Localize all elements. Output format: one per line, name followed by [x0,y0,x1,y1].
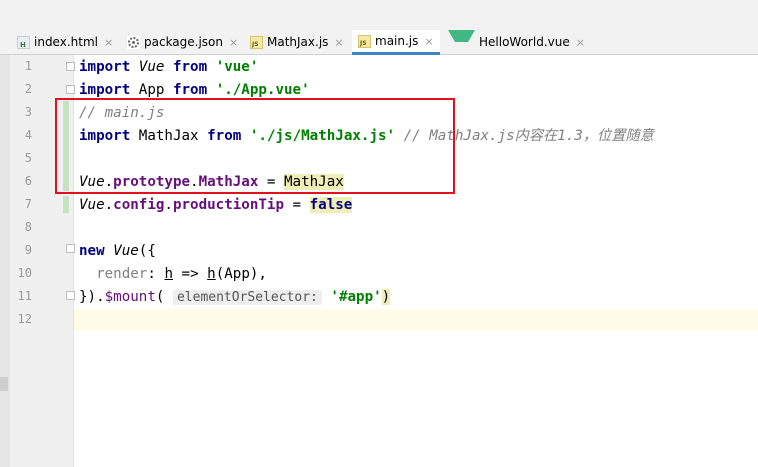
close-icon[interactable]: × [334,36,343,49]
identifier: App [138,82,165,98]
operator: = [258,174,285,190]
code-line-11: }).$mount( elementOrSelector: '#app') [79,288,391,307]
vue-file-icon [448,30,475,55]
tab-label: index.html [34,35,98,49]
identifier: MathJax [138,128,199,144]
editor-tab-bar: index.html × package.json × MathJax.js ×… [0,30,758,55]
tab-label: main.js [375,34,419,48]
tab-label: HelloWorld.vue [479,35,570,49]
line-number: 11 [17,289,32,303]
string-literal: './App.vue' [215,82,310,98]
string-literal: 'vue' [215,59,259,75]
punctuation: ) [381,289,391,305]
operator: = [284,197,310,213]
parameter-hint: elementOrSelector: [172,290,322,305]
current-line-highlight [74,309,758,331]
close-icon[interactable]: × [229,36,238,49]
code-line-7: Vue.config.productionTip = false [79,197,353,213]
panel-scroll-thumb[interactable] [0,377,8,391]
line-number: 4 [24,128,32,142]
code-line-3: // main.js [79,104,164,122]
fold-marker[interactable] [66,62,75,71]
line-number: 6 [24,174,32,188]
identifier: h [207,266,216,282]
line-number: 10 [17,266,32,280]
method: $mount [104,289,156,305]
comment: // main.js [79,105,165,121]
line-number: 2 [24,82,32,96]
keyword: false [309,197,353,213]
html-file-icon [17,35,30,49]
keyword: import [79,82,131,98]
tab-label: MathJax.js [267,35,329,49]
code-line-1: import Vue from 'vue' [79,58,258,76]
vcs-change-marker [63,196,69,213]
keyword: new [79,243,105,259]
tab-package-json[interactable]: package.json × [127,30,238,54]
identifier: MathJax [284,174,344,190]
punctuation: (App), [215,266,267,282]
fold-marker[interactable] [66,291,75,300]
fold-marker[interactable] [66,85,75,94]
identifier: Vue [79,197,105,213]
tab-label: package.json [144,35,224,49]
keyword: import [79,59,131,75]
tab-helloworld-vue[interactable]: HelloWorld.vue × [448,30,585,54]
keyword: import [79,128,131,144]
line-number: 7 [24,197,32,211]
property: productionTip [172,197,285,213]
code-line-4: import MathJax from './js/MathJax.js' //… [79,127,654,145]
tab-main-js[interactable]: main.js × [352,30,440,55]
identifier: Vue [138,59,165,75]
string-literal: './js/MathJax.js' [249,128,396,144]
property: prototype [113,174,191,190]
vcs-change-marker [63,101,69,191]
punctuation: : [147,266,165,282]
punctuation: }). [79,289,105,305]
punctuation: ({ [138,243,156,259]
line-number: 1 [24,59,32,73]
line-number: 12 [17,312,32,326]
comment: // MathJax.js内容在1.3，位置随意 [403,128,654,144]
punctuation: ( [155,289,165,305]
string-literal: '#app' [330,289,382,305]
fold-marker[interactable] [66,244,75,253]
window-top-strip [0,0,758,30]
keyword: from [207,128,242,144]
keyword: from [172,59,208,75]
code-line-6: Vue.prototype.MathJax = MathJax [79,174,344,190]
identifier: Vue [79,174,105,190]
code-line-2: import App from './App.vue' [79,81,310,99]
parameter: h [164,266,173,282]
property: config [113,197,165,213]
line-number: 3 [24,105,32,119]
operator: => [172,266,208,282]
line-number: 5 [24,151,32,165]
line-number: 8 [24,220,32,234]
tab-mathjax-js[interactable]: MathJax.js × [250,30,344,54]
project-panel-edge [0,55,10,467]
keyword: from [172,82,208,98]
js-file-icon [358,34,371,48]
property: render [96,266,148,282]
tab-index-html[interactable]: index.html × [17,30,113,54]
close-icon[interactable]: × [576,36,585,49]
property: MathJax [198,174,259,190]
close-icon[interactable]: × [424,35,433,48]
code-line-9: new Vue({ [79,242,156,260]
code-line-10: render: h => h(App), [79,265,267,283]
json-file-icon [127,35,140,49]
js-file-icon [250,35,263,49]
close-icon[interactable]: × [104,36,113,49]
line-number: 9 [24,243,32,257]
identifier: Vue [113,243,139,259]
